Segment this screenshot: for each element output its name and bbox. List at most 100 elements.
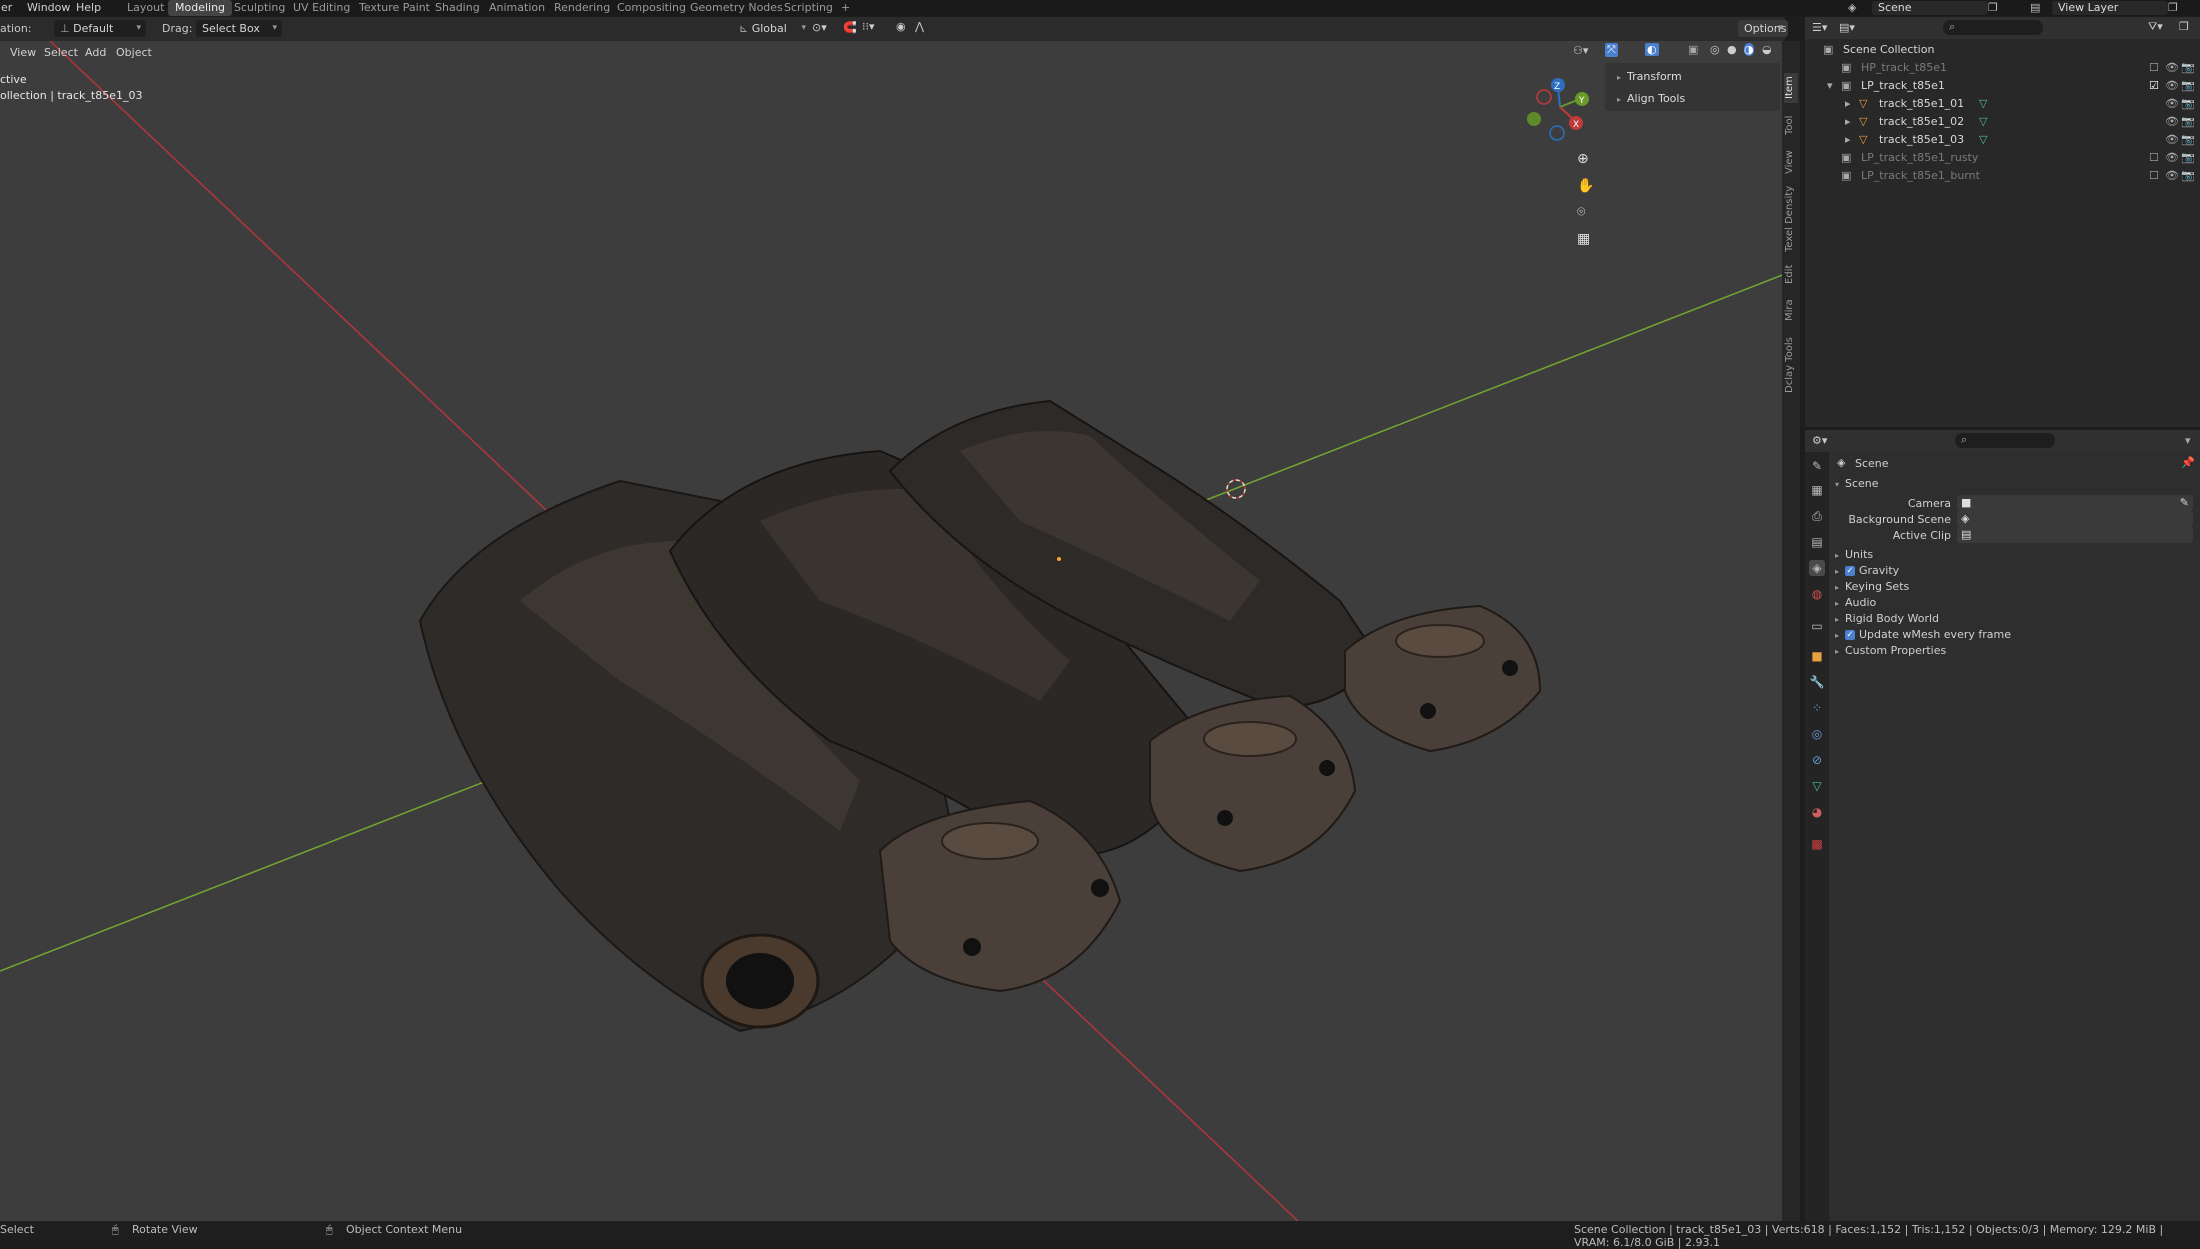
tab-texture-paint[interactable]: Texture Paint bbox=[352, 0, 437, 16]
render-camera-icon[interactable]: 📷 bbox=[2181, 77, 2195, 95]
navigation-gizmo[interactable]: Z Y X bbox=[1527, 78, 1589, 141]
gravity-checkbox[interactable]: ✓ bbox=[1845, 566, 1855, 576]
tab-modeling[interactable]: Modeling bbox=[168, 0, 233, 16]
outliner-row[interactable]: ▣ HP_track_t85e1 ☐ 👁 📷 bbox=[1805, 59, 2200, 77]
eye-icon[interactable]: 👁 bbox=[2165, 149, 2179, 167]
filter-icon[interactable]: ⛛▾ bbox=[2148, 20, 2163, 34]
render-camera-icon[interactable]: 📷 bbox=[2181, 95, 2195, 113]
expand-arrow-icon[interactable]: ▸ bbox=[1845, 113, 1851, 131]
eye-icon[interactable]: 👁 bbox=[2165, 131, 2179, 149]
eye-icon[interactable]: 👁 bbox=[2165, 77, 2179, 95]
panel-units[interactable]: ▸ Units bbox=[1835, 548, 1873, 561]
menu-window[interactable]: Window bbox=[27, 1, 70, 14]
pin-icon[interactable]: 📌 bbox=[2181, 456, 2195, 469]
material-tab-icon[interactable]: ◕ bbox=[1809, 804, 1825, 820]
orientation-dropdown[interactable]: ⊥ Default ▾ bbox=[54, 20, 146, 37]
modifier-tab-icon[interactable]: 🔧 bbox=[1809, 674, 1825, 690]
chevron-down-icon[interactable]: ▾ bbox=[2185, 434, 2191, 447]
tab-scripting[interactable]: Scripting bbox=[777, 0, 840, 16]
zoom-icon[interactable]: ⊕ bbox=[1577, 151, 1589, 167]
outliner-row[interactable]: ▸ ▽ track_t85e1_01 ▽ 👁 📷 bbox=[1805, 95, 2200, 113]
snap-icon[interactable]: 🧲 bbox=[843, 21, 857, 34]
eye-icon[interactable]: 👁 bbox=[2165, 113, 2179, 131]
eye-icon[interactable]: 👁 bbox=[2165, 95, 2179, 113]
visibility-icon[interactable]: ⚇▾ bbox=[1573, 44, 1588, 57]
scene-tab-icon[interactable]: ◈ bbox=[1809, 560, 1825, 576]
add-workspace-button[interactable]: + bbox=[834, 0, 857, 16]
overlay-icon[interactable]: ◐ bbox=[1645, 43, 1659, 56]
texture-tab-icon[interactable]: ▩ bbox=[1809, 836, 1825, 852]
output-tab-icon[interactable]: ⎙ bbox=[1809, 508, 1825, 524]
menu-object[interactable]: Object bbox=[116, 46, 152, 59]
new-collection-icon[interactable]: ❐ bbox=[2179, 20, 2189, 33]
panel-custom-properties[interactable]: ▸ Custom Properties bbox=[1835, 644, 1946, 657]
view-layer-tab-icon[interactable]: ▤ bbox=[1809, 534, 1825, 550]
panel-audio[interactable]: ▸ Audio bbox=[1835, 596, 1876, 609]
pan-hand-icon[interactable]: ✋ bbox=[1577, 178, 1594, 194]
exclude-checkbox[interactable]: ☐ bbox=[2149, 167, 2159, 185]
editor-type-icon[interactable]: ☰▾ bbox=[1812, 21, 1827, 34]
active-clip-field[interactable]: ▤ bbox=[1957, 527, 2193, 543]
outliner-row[interactable]: ▣ LP_track_t85e1_burnt ☐ 👁 📷 bbox=[1805, 167, 2200, 185]
tab-view[interactable]: View bbox=[1784, 147, 1798, 177]
constraints-tab-icon[interactable]: ⊘ bbox=[1809, 752, 1825, 768]
tab-shading[interactable]: Shading bbox=[428, 0, 487, 16]
eye-icon[interactable]: 👁 bbox=[2165, 167, 2179, 185]
tab-sculpting[interactable]: Sculpting bbox=[227, 0, 292, 16]
outliner-row[interactable]: ▸ ▽ track_t85e1_03 ▽ 👁 📷 bbox=[1805, 131, 2200, 149]
section-scene-header[interactable]: ▾ Scene bbox=[1835, 477, 1879, 490]
camera-icon[interactable]: ⌾ bbox=[1577, 204, 1585, 220]
falloff-icon[interactable]: ⋀ bbox=[915, 20, 924, 33]
camera-field[interactable]: ■ ✎ bbox=[1957, 495, 2193, 511]
xray-icon[interactable]: ▣ bbox=[1688, 43, 1698, 56]
new-scene-icon[interactable]: ❐ bbox=[1988, 1, 1998, 14]
render-camera-icon[interactable]: 📷 bbox=[2181, 149, 2195, 167]
wireframe-shading-icon[interactable]: ◎ bbox=[1710, 43, 1720, 56]
physics-tab-icon[interactable]: ◎ bbox=[1809, 726, 1825, 742]
pivot-icon[interactable]: ⊙▾ bbox=[812, 21, 827, 34]
tab-compositing[interactable]: Compositing bbox=[610, 0, 693, 16]
solid-shading-icon[interactable]: ● bbox=[1727, 43, 1737, 56]
panel-gravity[interactable]: ▸ ✓ Gravity bbox=[1835, 564, 1899, 577]
tab-item[interactable]: Item bbox=[1784, 73, 1798, 103]
panel-align-tools[interactable]: ▸ Align Tools bbox=[1617, 92, 1685, 105]
tab-rendering[interactable]: Rendering bbox=[547, 0, 617, 16]
menu-add[interactable]: Add bbox=[85, 46, 106, 59]
eye-icon[interactable]: 👁 bbox=[2165, 59, 2179, 77]
new-layer-icon[interactable]: ❐ bbox=[2168, 1, 2178, 14]
properties-search-input[interactable]: ⌕ bbox=[1955, 433, 2055, 448]
outliner-row[interactable]: ▣ LP_track_t85e1_rusty ☐ 👁 📷 bbox=[1805, 149, 2200, 167]
tab-dclay-tools[interactable]: Dclay Tools bbox=[1784, 333, 1798, 397]
render-camera-icon[interactable]: 📷 bbox=[2181, 59, 2195, 77]
panel-update-wmesh[interactable]: ▸ ✓ Update wMesh every frame bbox=[1835, 628, 2011, 641]
collection-tab-icon[interactable]: ▭ bbox=[1809, 618, 1825, 634]
render-camera-icon[interactable]: 📷 bbox=[2181, 113, 2195, 131]
gizmo-toggle-icon[interactable]: ⤧ bbox=[1605, 43, 1618, 57]
panel-keying-sets[interactable]: ▸ Keying Sets bbox=[1835, 580, 1909, 593]
object-tab-icon[interactable]: ■ bbox=[1809, 648, 1825, 664]
eyedropper-icon[interactable]: ✎ bbox=[2180, 496, 2189, 509]
ortho-grid-icon[interactable]: ▦ bbox=[1577, 231, 1590, 247]
expand-arrow-icon[interactable]: ▾ bbox=[1827, 77, 1833, 95]
panel-transform[interactable]: ▸ Transform bbox=[1617, 70, 1682, 83]
outliner-search-input[interactable]: ⌕ bbox=[1943, 20, 2043, 35]
snap-target-icon[interactable]: ⁝⁝▾ bbox=[862, 20, 875, 33]
mesh-data-tab-icon[interactable]: ▽ bbox=[1809, 778, 1825, 794]
tab-mira[interactable]: Mira bbox=[1784, 295, 1798, 325]
exclude-checkbox[interactable]: ☑ bbox=[2149, 77, 2159, 95]
tab-layout[interactable]: Layout bbox=[120, 0, 171, 16]
expand-arrow-icon[interactable]: ▸ bbox=[1845, 95, 1851, 113]
render-tab-icon[interactable]: ▦ bbox=[1809, 482, 1825, 498]
3d-viewport[interactable]: Z Y X View Select Add Object ctive ollec… bbox=[0, 41, 1785, 1221]
outliner-row[interactable]: ▾ ▣ LP_track_t85e1 ☑ 👁 📷 bbox=[1805, 77, 2200, 95]
world-tab-icon[interactable]: ◍ bbox=[1809, 586, 1825, 602]
exclude-checkbox[interactable]: ☐ bbox=[2149, 59, 2159, 77]
panel-rigid-body-world[interactable]: ▸ Rigid Body World bbox=[1835, 612, 1939, 625]
tool-tab-icon[interactable]: ✎ bbox=[1809, 458, 1825, 474]
background-scene-field[interactable]: ◈ bbox=[1957, 511, 2193, 527]
menu-file[interactable]: der bbox=[0, 1, 12, 14]
rendered-shading-icon[interactable]: ◒ bbox=[1762, 43, 1772, 56]
menu-view[interactable]: View bbox=[10, 46, 36, 59]
tab-geometry-nodes[interactable]: Geometry Nodes bbox=[683, 0, 790, 16]
tab-animation[interactable]: Animation bbox=[482, 0, 552, 16]
